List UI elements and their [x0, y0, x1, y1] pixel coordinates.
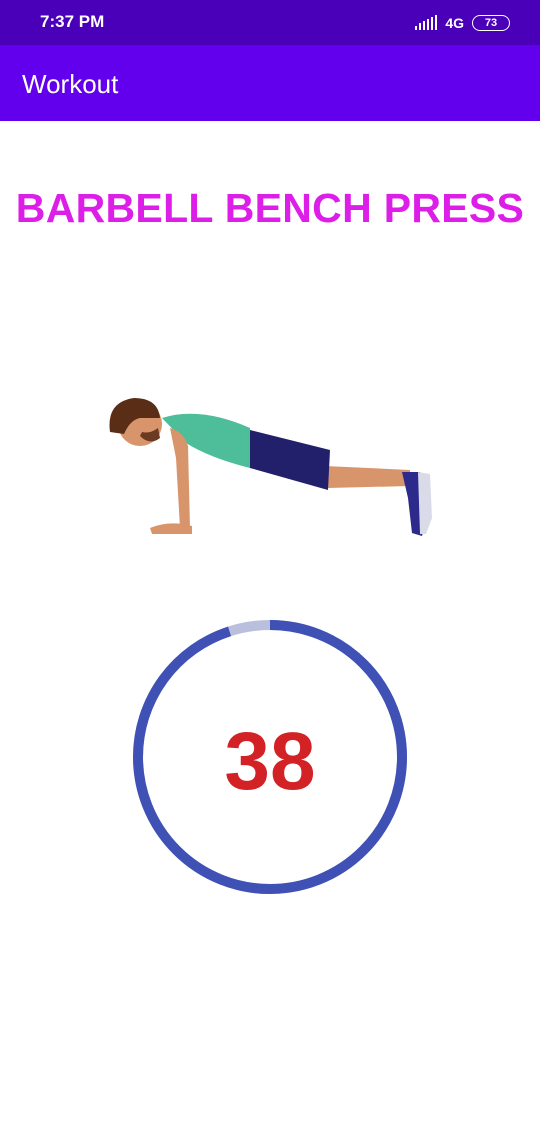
battery-icon: 73	[472, 15, 510, 31]
app-bar: Workout	[0, 45, 540, 121]
exercise-title: BARBELL BENCH PRESS	[15, 185, 525, 231]
signal-icon	[415, 15, 438, 30]
status-bar: 7:37 PM 4G 73	[0, 0, 540, 45]
network-type: 4G	[445, 15, 464, 31]
push-up-illustration	[109, 398, 432, 536]
status-time: 7:37 PM	[40, 12, 105, 31]
timer-value: 38	[224, 716, 316, 807]
app-title: Workout	[22, 69, 119, 99]
status-icons: 4G 73	[415, 12, 510, 34]
